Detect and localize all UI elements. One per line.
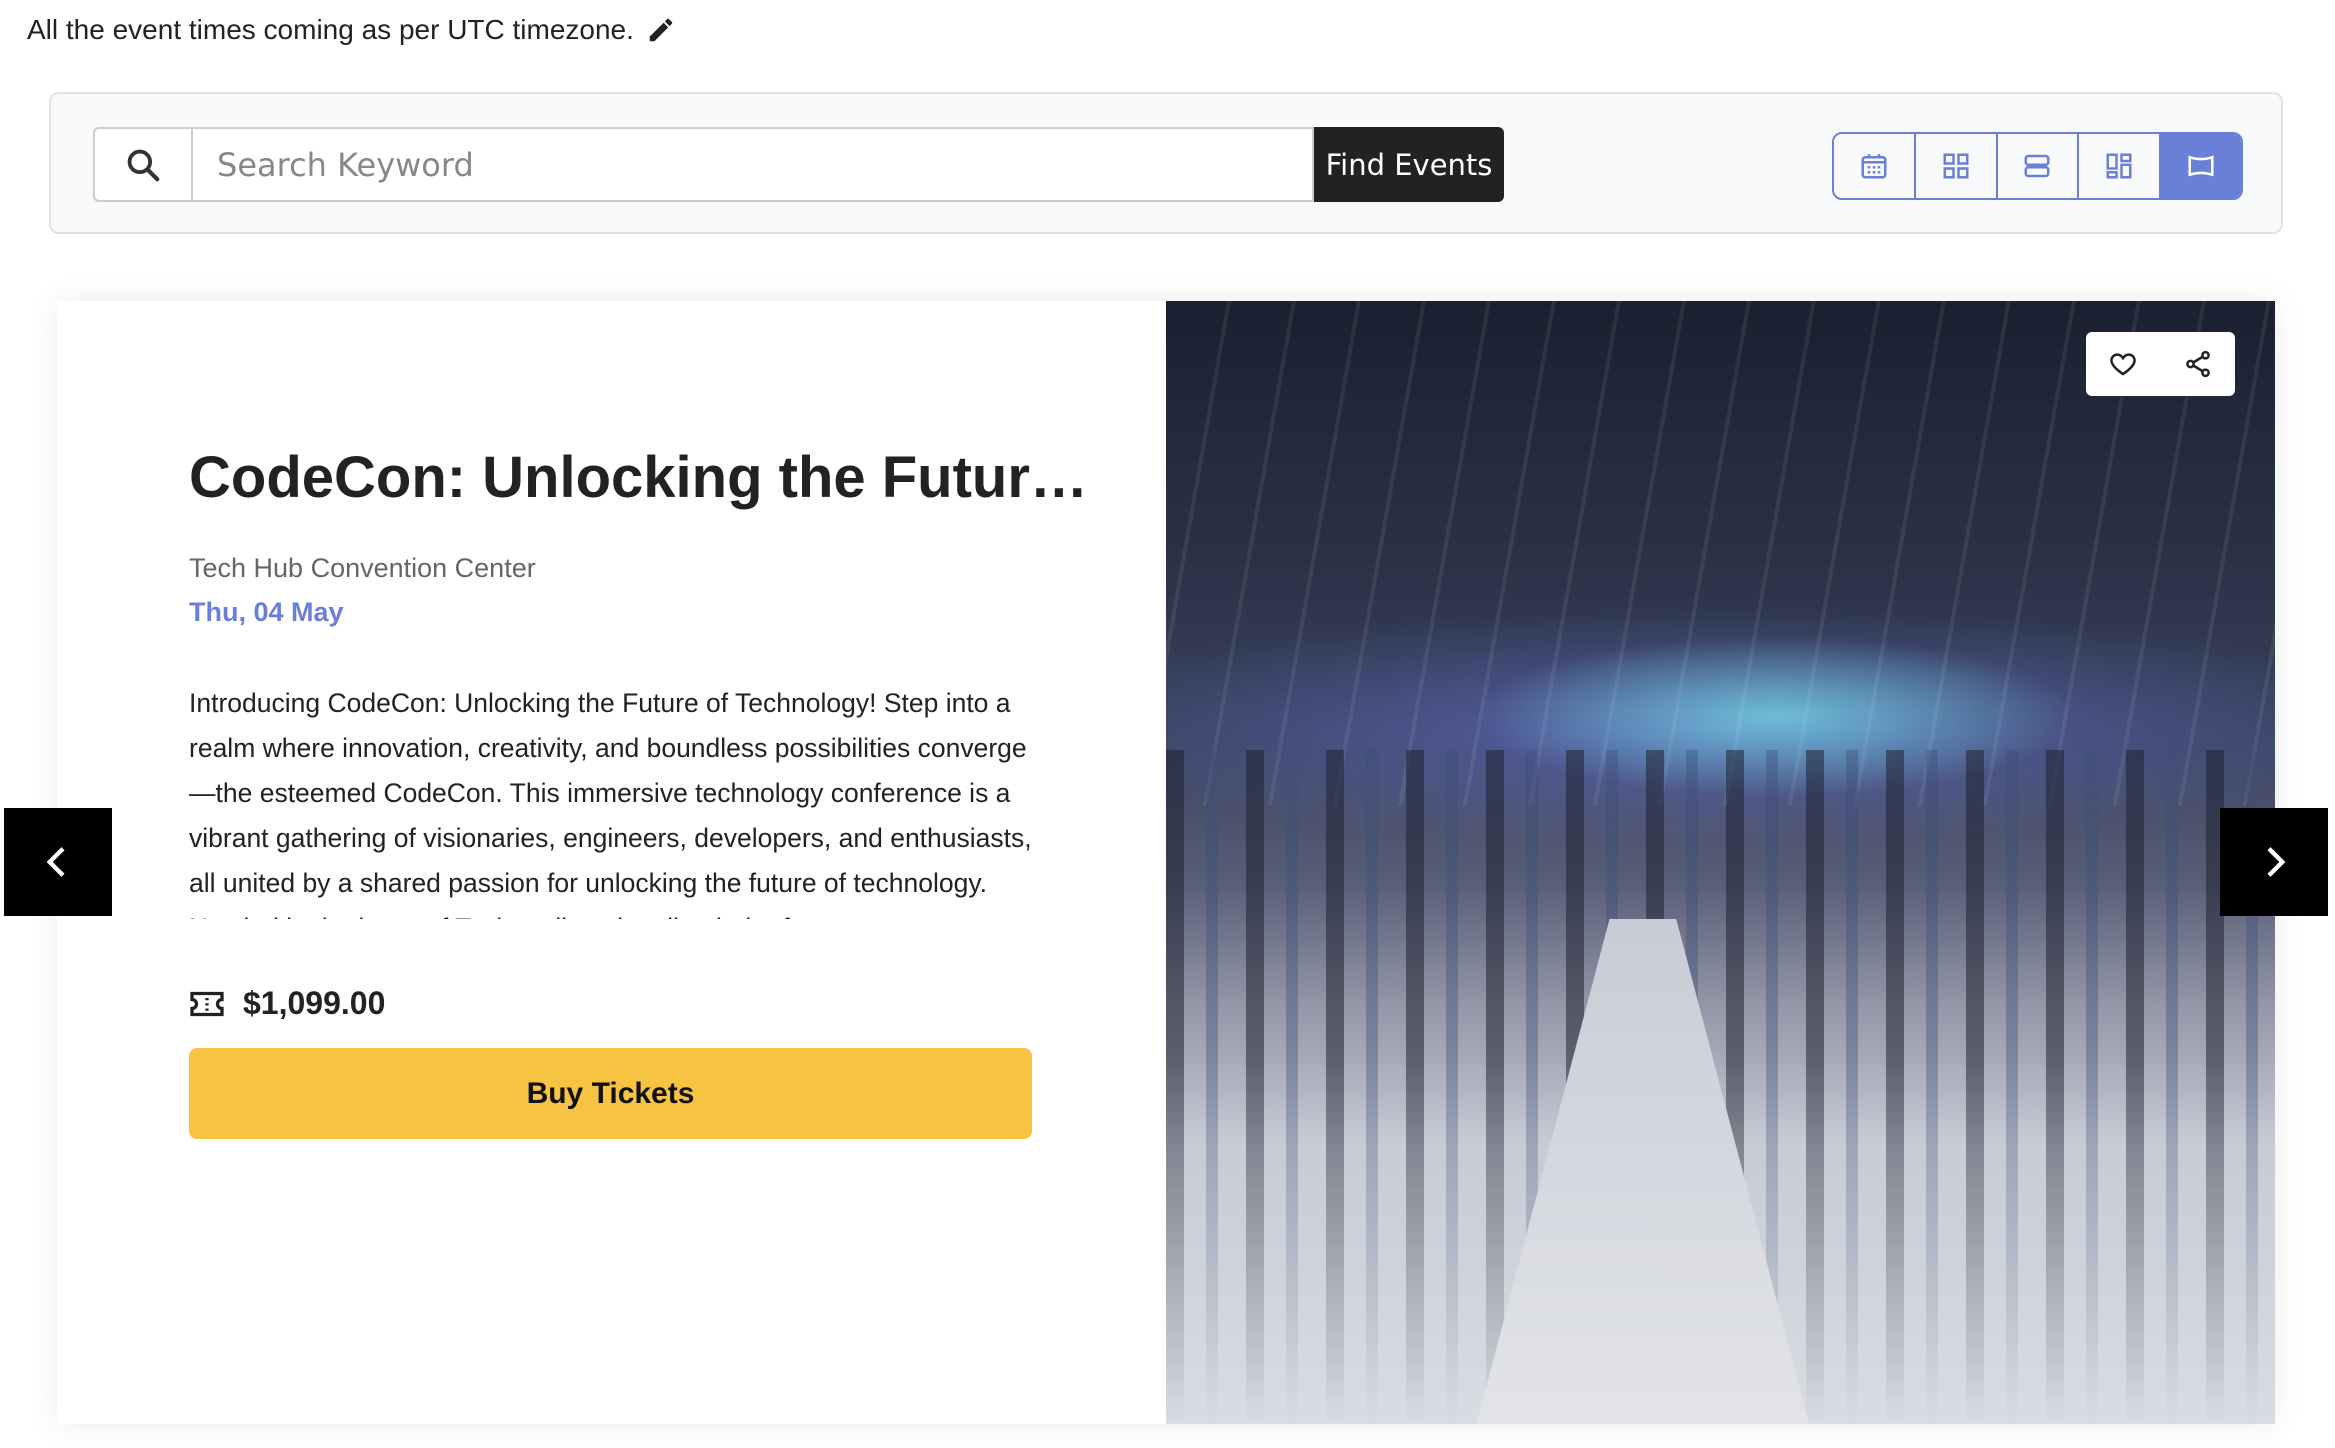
event-description: Introducing CodeCon: Unlocking the Futur…	[189, 688, 1032, 919]
chevron-left-icon	[46, 847, 65, 877]
event-actions	[2086, 332, 2235, 396]
heart-icon[interactable]	[2108, 349, 2138, 379]
slider-icon	[2188, 155, 2214, 177]
grid-view-button[interactable]	[1915, 134, 1998, 198]
grid-icon	[1943, 153, 1969, 179]
search-bar: Find Events	[49, 92, 2283, 234]
ticket-icon	[190, 991, 224, 1016]
list-icon	[2024, 154, 2050, 178]
buy-tickets-button[interactable]: Buy Tickets	[189, 1048, 1032, 1139]
calendar-view-button[interactable]	[1834, 134, 1916, 198]
slider-view-button[interactable]	[2161, 134, 2241, 198]
pencil-icon[interactable]	[646, 15, 676, 45]
search-input[interactable]	[191, 127, 1314, 202]
event-slide-card: CodeCon: Unlocking the Future of Technol…	[57, 301, 2275, 1424]
price-value: $1,099.00	[243, 985, 386, 1021]
view-toggle-group	[1832, 132, 2243, 200]
masonry-icon	[2106, 153, 2132, 179]
masonry-view-button[interactable]	[2079, 134, 2162, 198]
list-view-button[interactable]	[1997, 134, 2080, 198]
search-icon	[93, 127, 191, 202]
event-title[interactable]: CodeCon: Unlocking the Future of Technol…	[189, 444, 1089, 511]
event-venue: Tech Hub Convention Center	[189, 553, 536, 583]
calendar-icon	[1861, 154, 1887, 179]
search-group: Find Events	[93, 127, 1504, 202]
chevron-right-icon	[2267, 847, 2286, 877]
event-image	[1166, 301, 2275, 1424]
share-icon[interactable]	[2183, 349, 2213, 379]
event-price: $1,099.00	[189, 985, 385, 1022]
next-slide-button[interactable]	[2220, 808, 2328, 916]
timezone-text: All the event times coming as per UTC ti…	[27, 14, 634, 45]
timezone-notice: All the event times coming as per UTC ti…	[27, 14, 676, 46]
previous-slide-button[interactable]	[4, 808, 112, 916]
event-date: Thu, 04 May	[189, 597, 344, 627]
find-events-button[interactable]: Find Events	[1314, 127, 1504, 202]
